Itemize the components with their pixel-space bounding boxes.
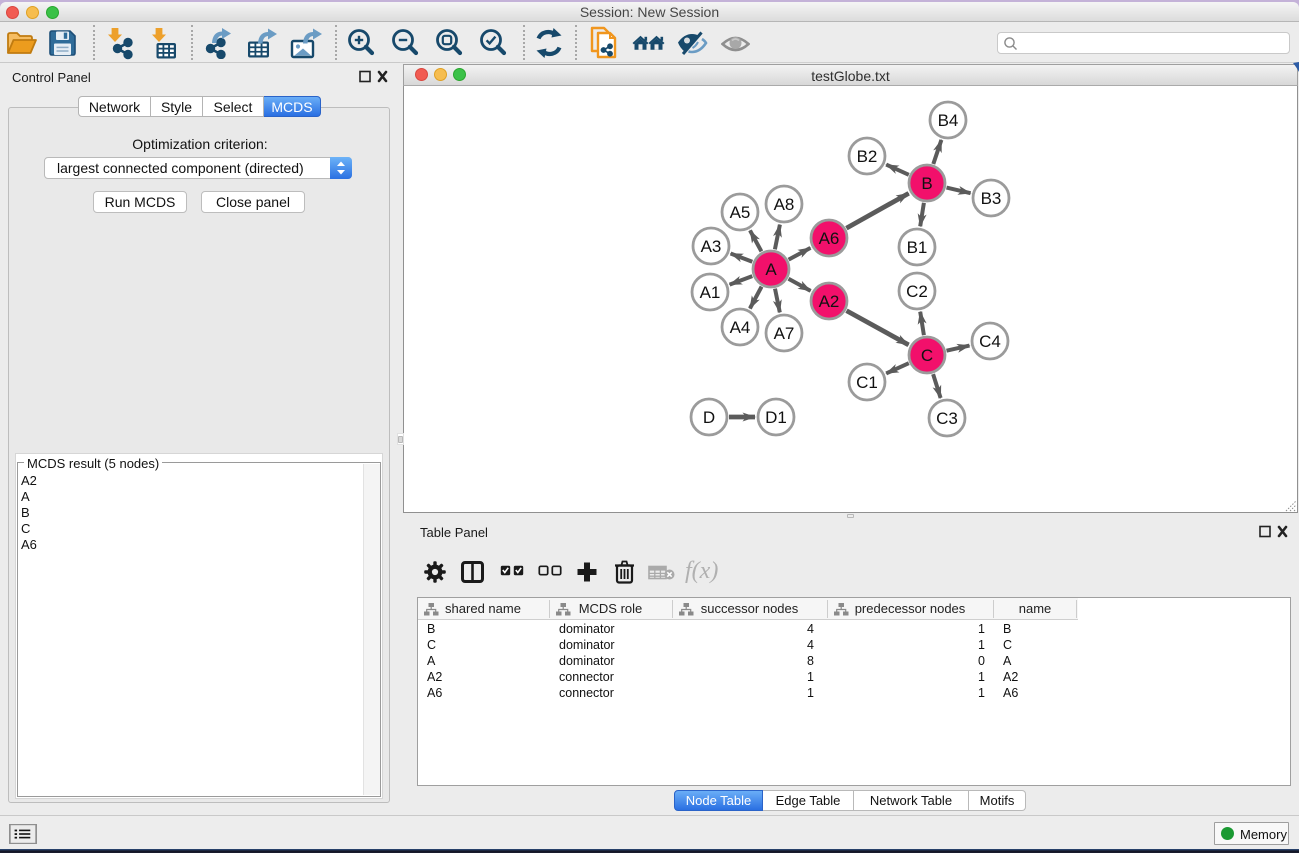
svg-text:A8: A8 <box>774 195 795 214</box>
svg-text:A5: A5 <box>730 203 751 222</box>
svg-text:B3: B3 <box>981 189 1002 208</box>
svg-text:B1: B1 <box>907 238 928 257</box>
svg-text:A2: A2 <box>819 292 840 311</box>
svg-text:B: B <box>921 174 932 193</box>
svg-text:A4: A4 <box>730 318 751 337</box>
svg-text:C: C <box>921 346 933 365</box>
svg-text:B2: B2 <box>857 147 878 166</box>
svg-text:D1: D1 <box>765 408 787 427</box>
svg-text:B4: B4 <box>938 111 959 130</box>
svg-text:C1: C1 <box>856 373 878 392</box>
svg-text:C2: C2 <box>906 282 928 301</box>
svg-text:A6: A6 <box>819 229 840 248</box>
svg-text:C3: C3 <box>936 409 958 428</box>
svg-text:C4: C4 <box>979 332 1001 351</box>
svg-text:A3: A3 <box>701 237 722 256</box>
svg-text:A1: A1 <box>700 283 721 302</box>
svg-text:D: D <box>703 408 715 427</box>
svg-text:A: A <box>765 260 777 279</box>
svg-text:A7: A7 <box>774 324 795 343</box>
